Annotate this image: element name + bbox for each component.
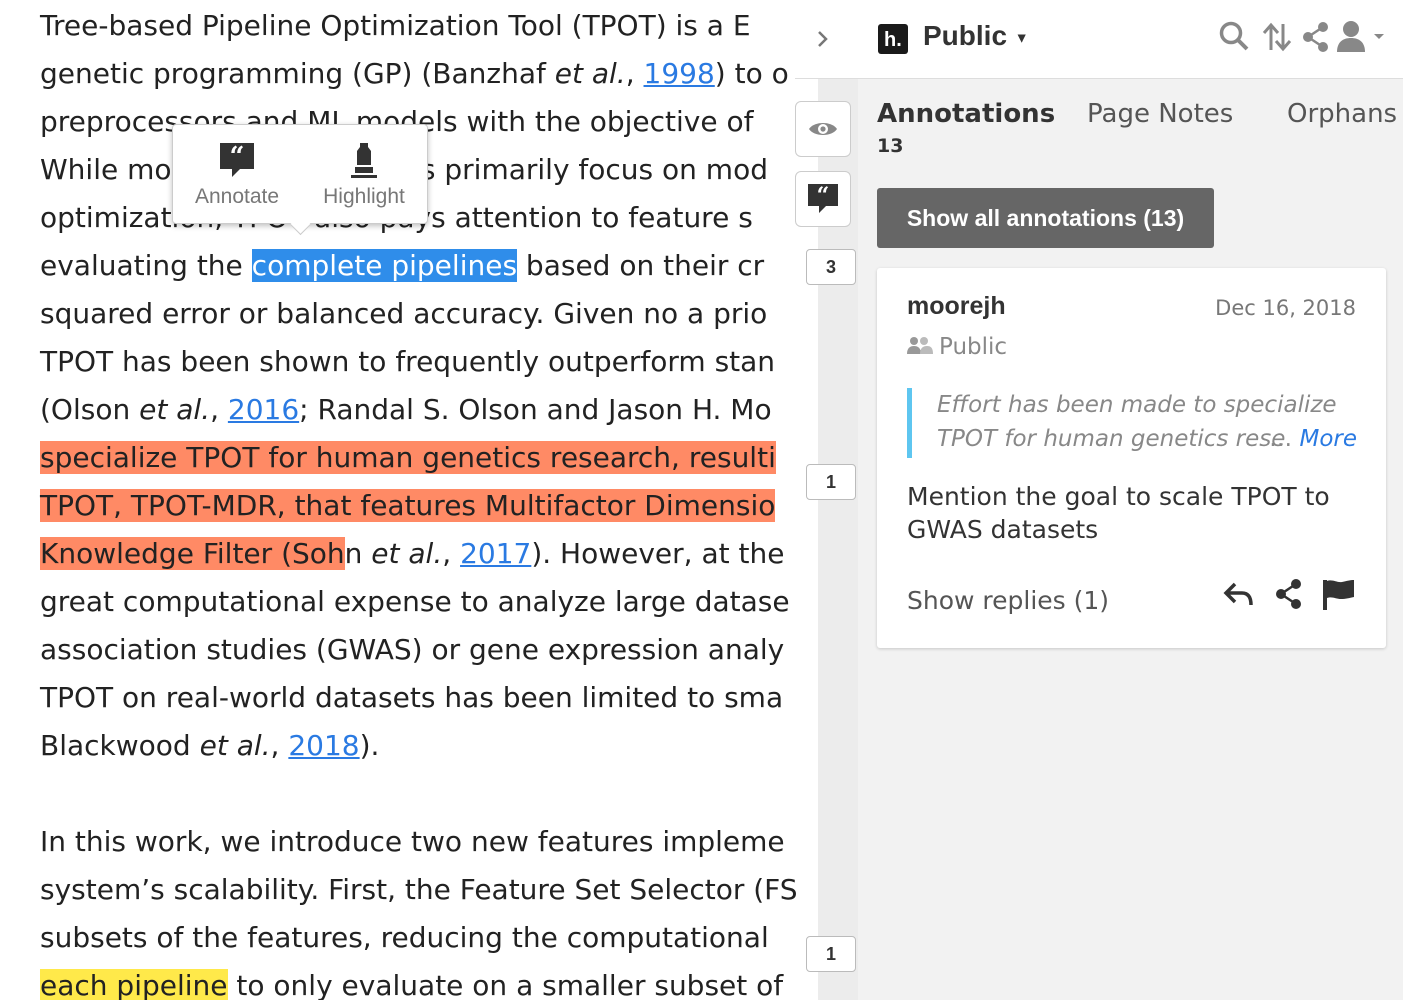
text-line: (Olson et al., 2016; Randal S. Olson and… <box>40 386 772 434</box>
text-line: TPOT has been shown to frequently outper… <box>40 338 775 386</box>
text-line: great computational expense to analyze l… <box>40 578 790 626</box>
annotation-card[interactable]: moorejh Dec 16, 2018 Public Effort has b… <box>877 268 1386 648</box>
text-line: association studies (GWAS) or gene expre… <box>40 626 784 674</box>
citation-link[interactable]: 2017 <box>460 537 531 570</box>
text-segment: Blackwood <box>40 729 200 762</box>
text-segment: , <box>210 393 228 426</box>
hypothesis-logo[interactable]: h. <box>878 24 908 54</box>
text-segment: association studies (GWAS) or gene expre… <box>40 633 785 666</box>
text-segment: great computational expense to analyze l… <box>40 585 790 618</box>
text-line: TPOT, TPOT-MDR, that features Multifacto… <box>40 482 776 530</box>
text-segment: evaluating the <box>40 249 252 282</box>
annotate-label: Annotate <box>194 185 280 208</box>
annotation-quote: Effort has been made to specialize TPOT … <box>907 388 1357 458</box>
share-icon[interactable] <box>1275 578 1303 610</box>
show-replies-button[interactable]: Show replies (1) <box>907 586 1109 615</box>
annotation-date[interactable]: Dec 16, 2018 <box>1215 296 1356 320</box>
highlight-label: Highlight <box>323 185 405 208</box>
annotation-author[interactable]: moorejh <box>907 292 1006 321</box>
annotate-button[interactable]: “ Annotate <box>177 141 297 209</box>
annotation-highlight[interactable]: each pipeline <box>40 969 228 1000</box>
text-segment: et al. <box>139 393 211 426</box>
quote-icon: “ <box>808 183 838 213</box>
bucket-indicator[interactable]: 3 <box>806 249 856 285</box>
group-selector[interactable]: Public ▼ <box>923 20 1029 52</box>
share-icon[interactable] <box>1302 20 1330 54</box>
text-segment: et al. <box>199 729 271 762</box>
annotation-highlight[interactable]: Knowledge Filter (Soh <box>40 537 345 570</box>
text-line: Tree-based Pipeline Optimization Tool (T… <box>40 2 751 50</box>
annotation-privacy: Public <box>907 334 1007 360</box>
more-link[interactable]: … More <box>1269 422 1357 456</box>
show-highlights-button[interactable] <box>795 101 851 157</box>
annotation-highlight[interactable]: TPOT, TPOT-MDR, that features Multifacto… <box>40 489 776 522</box>
text-segment: In this work, we introduce two new featu… <box>40 825 785 858</box>
text-segment: et al. <box>554 57 626 90</box>
group-name: Public <box>923 20 1008 51</box>
text-segment: genetic programming (GP) (Banzhaf <box>40 57 555 90</box>
text-segment: to only evaluate on a smaller subset of <box>227 969 784 1000</box>
text-line: Knowledge Filter (Sohn et al., 2017). Ho… <box>40 530 784 578</box>
new-page-note-button[interactable]: “ <box>795 171 851 227</box>
svg-text:h.: h. <box>884 29 902 51</box>
annotations-count: 13 <box>877 135 904 157</box>
text-segment: n <box>344 537 372 570</box>
text-line: In this work, we introduce two new featu… <box>40 818 785 866</box>
text-line: subsets of the features, reducing the co… <box>40 914 769 962</box>
caret-down-icon: ▼ <box>1014 29 1029 46</box>
text-segment: subsets of the features, reducing the co… <box>40 921 769 954</box>
selected-text: complete pipelines <box>251 249 518 282</box>
sidebar-toggle[interactable] <box>795 0 851 78</box>
user-menu-icon[interactable] <box>1336 20 1388 54</box>
tab-page-notes[interactable]: Page Notes <box>1087 99 1233 129</box>
annotation-body: Mention the goal to scale TPOT to GWAS d… <box>907 482 1330 544</box>
eye-icon <box>809 123 837 135</box>
privacy-label: Public <box>939 334 1008 360</box>
citation-link[interactable]: 1998 <box>644 57 715 90</box>
text-segment: ). However, at the <box>531 537 785 570</box>
text-segment: TPOT on real-world datasets has been lim… <box>40 681 784 714</box>
text-segment: ; Randal S. Olson and Jason H. Mo <box>299 393 772 426</box>
bucket-indicator[interactable]: 1 <box>806 464 856 500</box>
highlight-button[interactable]: Highlight <box>304 141 424 209</box>
text-segment: ) to o <box>714 57 789 90</box>
text-segment: based on their cr <box>517 249 765 282</box>
citation-link[interactable]: 2018 <box>288 729 359 762</box>
text-line: Blackwood et al., 2018). <box>40 722 379 770</box>
text-segment: et al. <box>371 537 443 570</box>
chevron-right-icon <box>818 31 828 47</box>
tab-annotations[interactable]: Annotations <box>877 99 1055 129</box>
text-segment: Tree-based Pipeline Optimization Tool (T… <box>40 9 751 42</box>
text-segment: , <box>625 57 644 90</box>
text-segment: squared error or balanced accuracy. Give… <box>40 297 768 330</box>
svg-text:“: “ <box>817 183 830 209</box>
text-segment: ). <box>359 729 380 762</box>
annotation-adder: “ Annotate Highlight <box>172 124 428 224</box>
text-segment: (Olson <box>40 393 140 426</box>
group-icon <box>907 337 933 354</box>
quote-icon: “ <box>177 141 297 179</box>
text-segment: system’s scalability. First, the Feature… <box>40 873 798 906</box>
reply-icon[interactable] <box>1223 578 1255 610</box>
text-line: evaluating the complete pipelines based … <box>40 242 764 290</box>
text-line: squared error or balanced accuracy. Give… <box>40 290 767 338</box>
text-line: system’s scalability. First, the Feature… <box>40 866 798 914</box>
text-line: each pipeline to only evaluate on a smal… <box>40 962 783 1000</box>
citation-link[interactable]: 2016 <box>228 393 299 426</box>
text-line: specialize TPOT for human genetics resea… <box>40 434 776 482</box>
text-line: TPOT on real-world datasets has been lim… <box>40 674 783 722</box>
flag-icon[interactable] <box>1321 578 1357 612</box>
bucket-indicator[interactable]: 1 <box>806 936 856 972</box>
highlighter-icon <box>304 141 424 179</box>
text-line: genetic programming (GP) (Banzhaf et al.… <box>40 50 789 98</box>
tab-orphans[interactable]: Orphans <box>1287 99 1397 129</box>
show-all-annotations-button[interactable]: Show all annotations (13) <box>877 188 1214 248</box>
text-segment: , <box>442 537 461 570</box>
annotation-highlight[interactable]: specialize TPOT for human genetics resea… <box>40 441 776 474</box>
sort-icon[interactable] <box>1262 20 1292 54</box>
svg-text:“: “ <box>230 142 245 172</box>
text-segment: TPOT has been shown to frequently outper… <box>40 345 776 378</box>
search-icon[interactable] <box>1218 20 1250 54</box>
text-segment: , <box>270 729 289 762</box>
